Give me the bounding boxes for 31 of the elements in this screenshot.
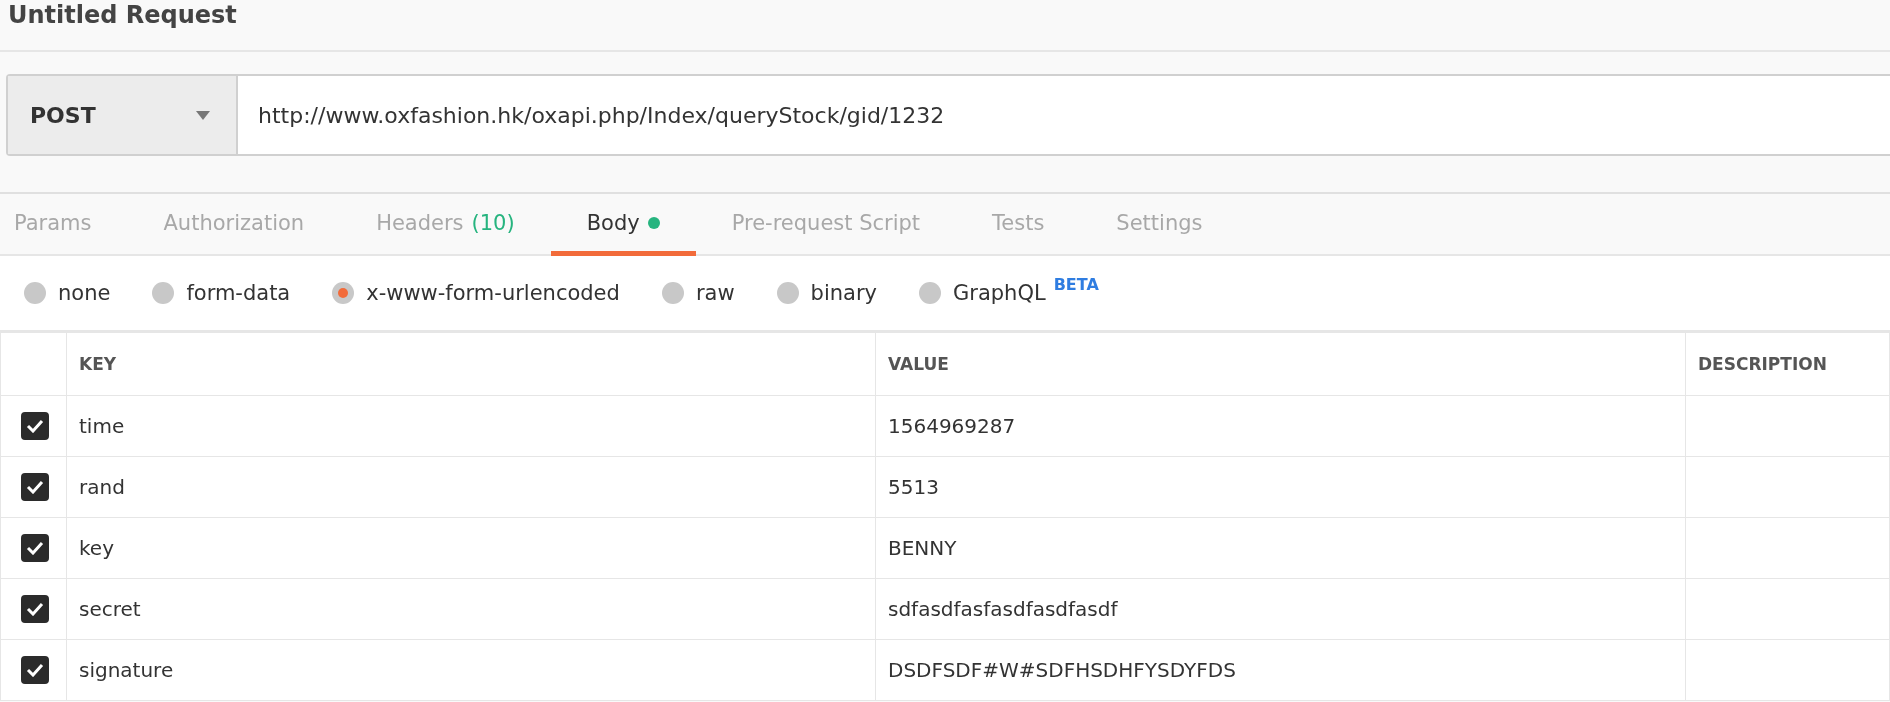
table-cell: DSDFSDF#W#SDFHSDHFYSDYFDS xyxy=(875,639,1686,701)
checkmark-icon xyxy=(26,541,44,555)
column-header: DESCRIPTION xyxy=(1685,332,1890,396)
column-header: KEY xyxy=(66,332,876,396)
checkbox[interactable] xyxy=(21,534,49,562)
tab-count: (10) xyxy=(471,210,515,235)
radio-option[interactable]: none xyxy=(24,281,111,305)
checkmark-icon xyxy=(26,663,44,677)
checkmark-icon xyxy=(26,480,44,494)
table-cell: sdfasdfasfasdfasdfasdf xyxy=(875,578,1686,640)
request-title: Untitled Request xyxy=(8,0,237,30)
beta-label: BETA xyxy=(1053,275,1099,294)
radio-option[interactable]: binary xyxy=(776,281,877,305)
table-cell: signature xyxy=(66,639,876,701)
table-cell: BENNY xyxy=(875,517,1686,579)
checkbox[interactable] xyxy=(21,595,49,623)
checkmark-icon xyxy=(26,419,44,433)
table-cell: time xyxy=(66,395,876,457)
checkbox[interactable] xyxy=(21,473,49,501)
checkbox[interactable] xyxy=(21,656,49,684)
column-header: VALUE xyxy=(875,332,1686,396)
table-cell: secret xyxy=(66,578,876,640)
radio-option[interactable]: x-www-form-urlencoded xyxy=(332,281,620,305)
table-cell: 5513 xyxy=(875,456,1686,518)
table-cell: rand xyxy=(66,456,876,518)
radio-option[interactable]: form-data xyxy=(152,281,291,305)
checkmark-icon xyxy=(26,602,44,616)
radio-option[interactable]: raw xyxy=(661,281,735,305)
checkbox[interactable] xyxy=(21,412,49,440)
table-cell: 1564969287 xyxy=(875,395,1686,457)
table-cell: key xyxy=(66,517,876,579)
